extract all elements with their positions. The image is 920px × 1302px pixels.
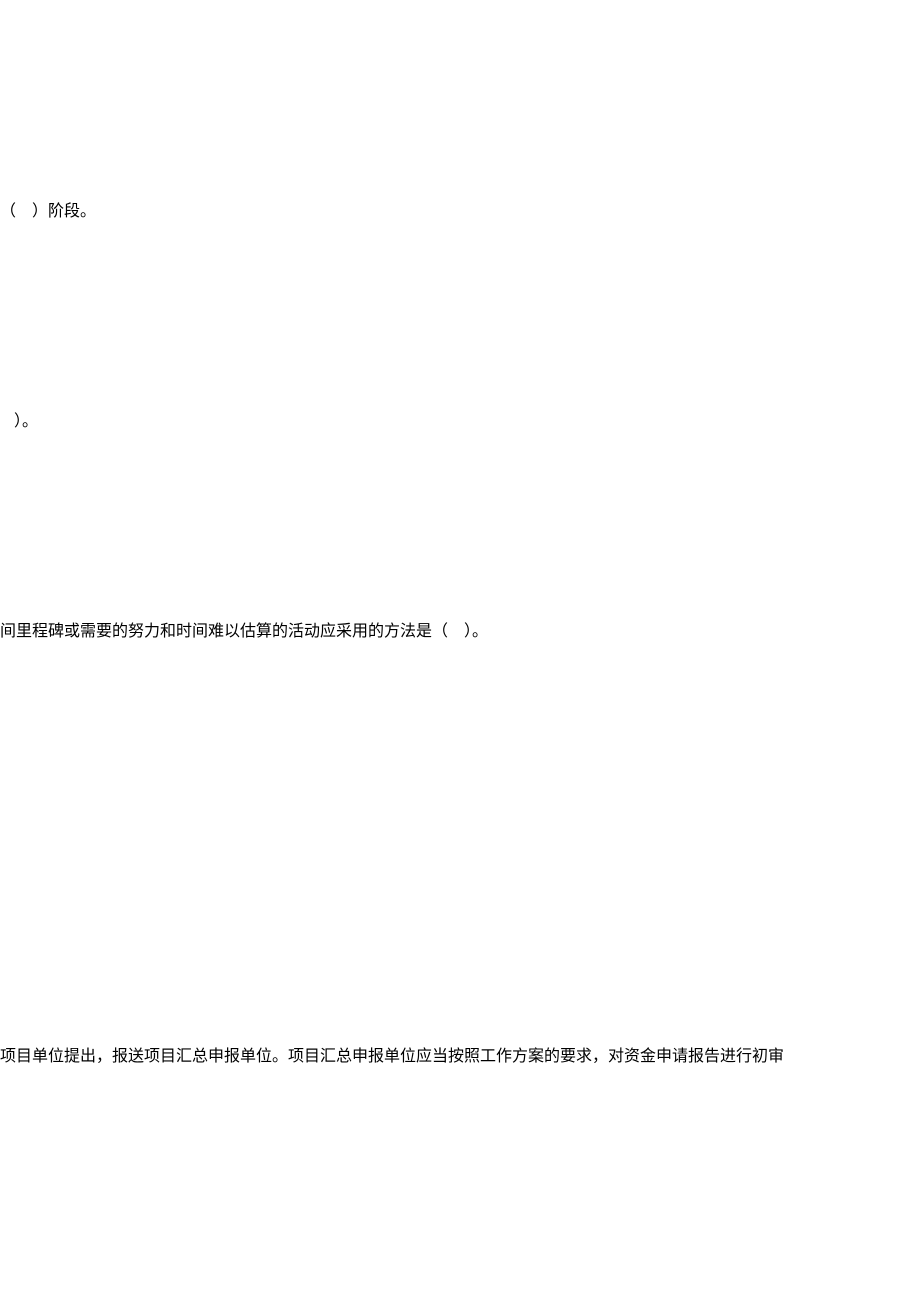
question-fragment-4: 项目单位提出，报送项目汇总申报单位。项目汇总申报单位应当按照工作方案的要求，对资…: [0, 1045, 784, 1069]
question-fragment-3: 间里程碑或需要的努力和时间难以估算的活动应采用的方法是（ ）。: [0, 620, 488, 644]
question-fragment-2: ）。: [14, 410, 38, 434]
question-fragment-1: （ ）阶段。: [0, 200, 96, 224]
